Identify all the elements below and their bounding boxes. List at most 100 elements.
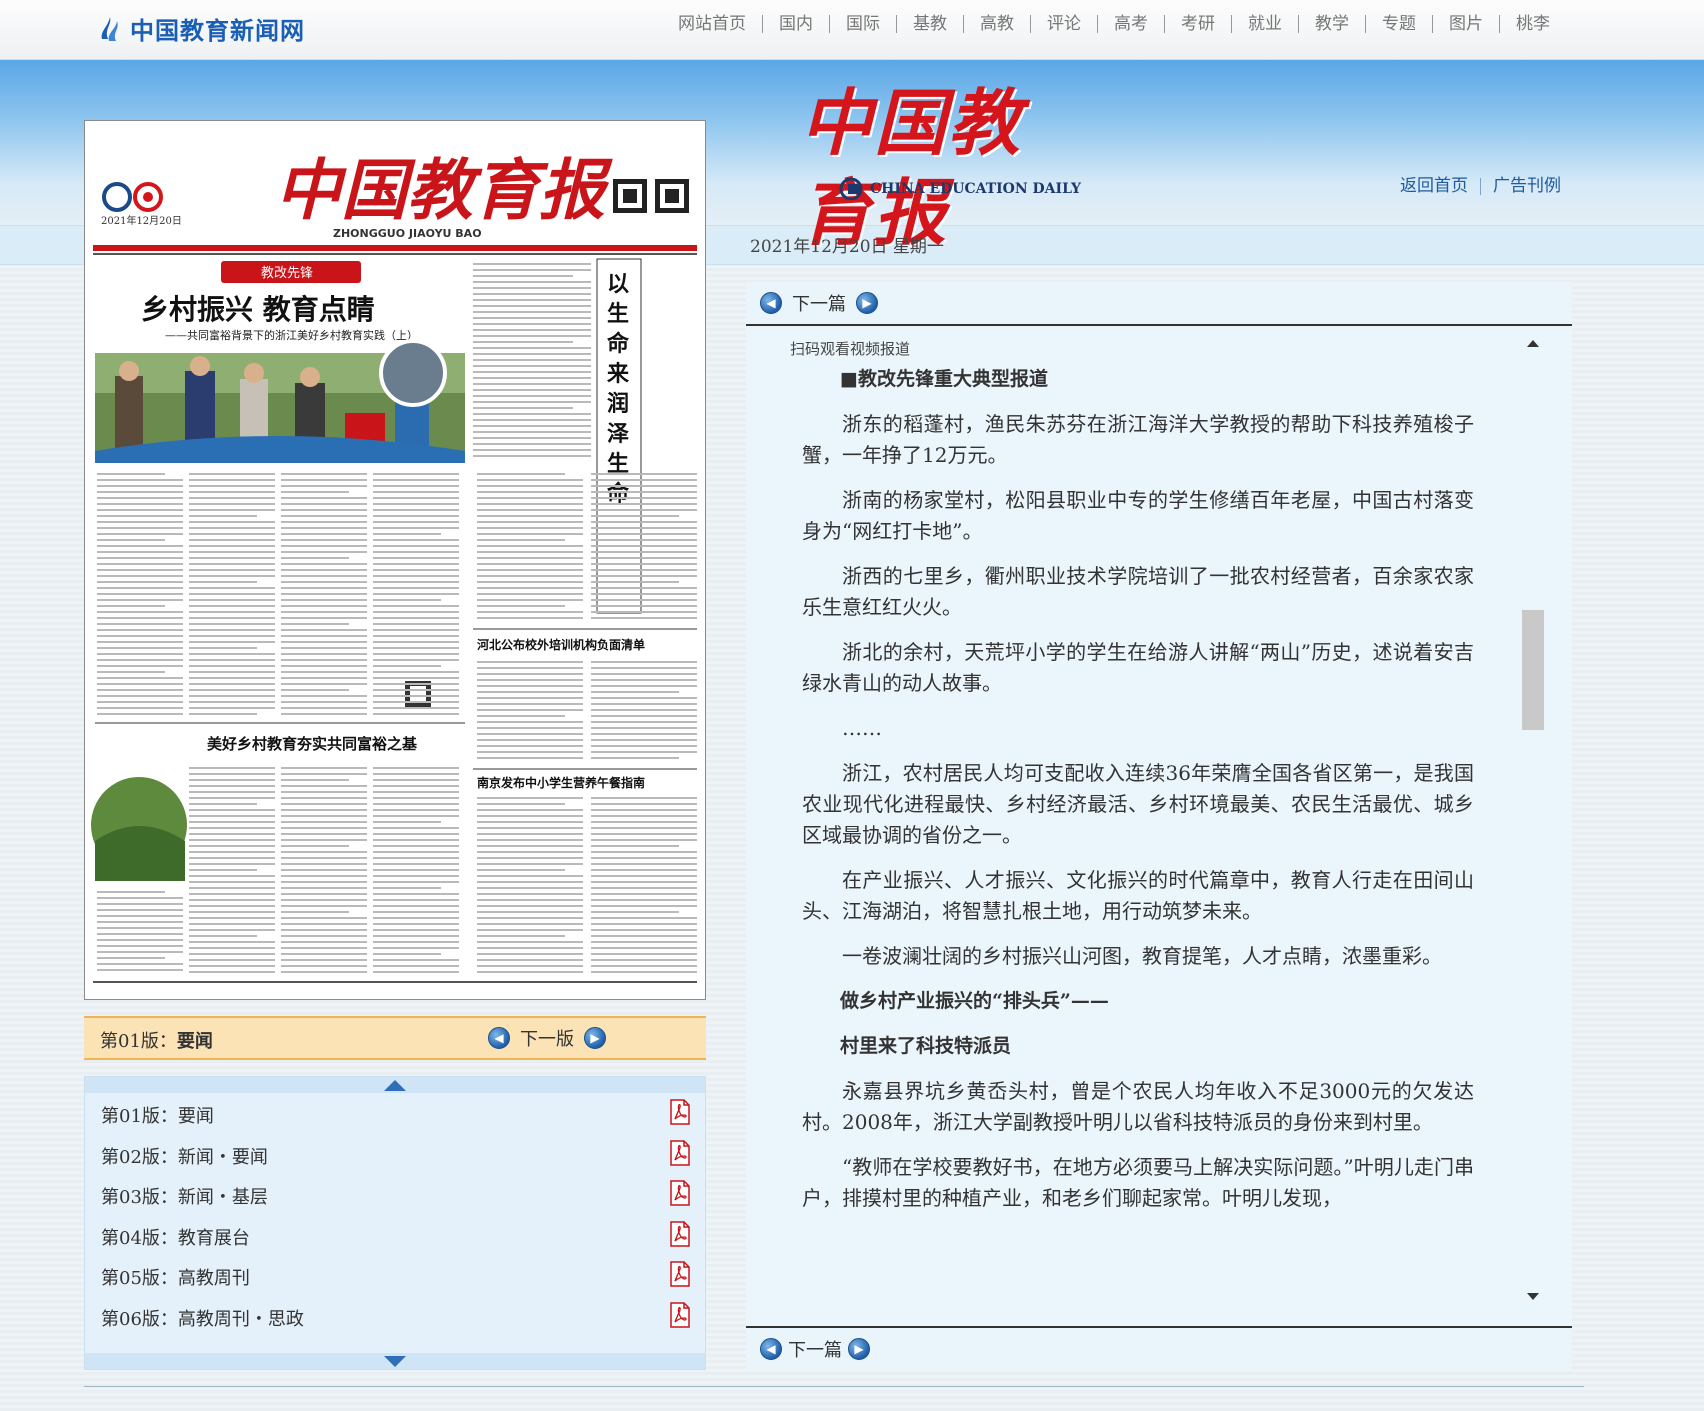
current-edition-prefix: 第01版： — [100, 1031, 177, 1052]
prev-edition-arrow-icon[interactable]: ◀ — [488, 1027, 510, 1049]
article-paragraph: 永嘉县界坑乡黄岙头村，曾是个农民人均年收入不足3000元的欠发达村。2008年，… — [802, 1079, 1474, 1134]
newspaper-page-image[interactable]: 2021年12月20日 中国教育报 ZHONGGUO JIAOYU BAO 教改… — [84, 120, 706, 1000]
paper-right-title-2: 南京发布中小学生营养午餐指南 — [477, 775, 645, 790]
site-logo-text: 中国教育新闻网 — [130, 15, 305, 45]
article-scrollbar[interactable] — [1522, 340, 1544, 1300]
header-links: 返回首页 广告刊例 — [1388, 178, 1573, 195]
paper-mid-title: 美好乡村教育夯实共同富裕之基 — [207, 735, 418, 753]
paper-pinyin: ZHONGGUO JIAOYU BAO — [333, 227, 482, 240]
paper-qr-icon — [613, 179, 689, 213]
paper-date: 2021年12月20日 — [101, 214, 182, 227]
article-paragraph: 浙西的七里乡，衢州职业技术学院培训了一批农村经营者，百余家农家乐生意红红火火。 — [802, 564, 1474, 619]
edition-nav: ◀ 下一版 ▶ — [488, 1025, 606, 1051]
masthead: 中国教育报 CHINA EDUCATION DAILY — [800, 78, 1090, 255]
paper-tea-photo — [91, 777, 187, 881]
masthead-english-text: CHINA EDUCATION DAILY — [870, 181, 1082, 197]
article-body: ■教改先锋重大典型报道浙东的稻蓬村，渔民朱苏芬在浙江海洋大学教授的帮助下科技养殖… — [802, 364, 1474, 1228]
next-article-arrow-icon-bottom[interactable]: ▶ — [848, 1338, 870, 1360]
next-article-link-bottom[interactable]: 下一篇 — [788, 1336, 842, 1362]
prev-article-arrow-icon[interactable]: ◀ — [760, 292, 782, 314]
edition-item[interactable]: 第02版：新闻・要闻 — [85, 1134, 705, 1175]
edition-item-label: 第05版：高教周刊 — [101, 1268, 250, 1289]
article-panel[interactable]: 扫码观看视频报道 ■教改先锋重大典型报道浙东的稻蓬村，渔民朱苏芬在浙江海洋大学教… — [746, 328, 1572, 1326]
back-home-link[interactable]: 返回首页 — [1388, 178, 1480, 195]
paper-subhead: ——共同富裕背景下的浙江美好乡村教育实践（上） — [165, 328, 418, 342]
article-paragraph: 浙北的余村，天荒坪小学的学生在给游人讲解“两山”历史，述说着安吉绿水青山的动人故… — [802, 640, 1474, 695]
top-nav-item[interactable]: 教学 — [1298, 15, 1365, 33]
top-nav-item[interactable]: 网站首页 — [662, 15, 762, 33]
top-nav-item[interactable]: 就业 — [1231, 15, 1298, 33]
top-nav-item[interactable]: 专题 — [1365, 15, 1432, 33]
top-nav-item[interactable]: 高教 — [963, 15, 1030, 33]
pdf-icon[interactable] — [669, 1180, 691, 1206]
edition-list: 第01版：要闻第02版：新闻・要闻 第03版：新闻・基层 第04版：教育展台 第05版… — [84, 1076, 706, 1370]
scroll-up-arrow-icon[interactable] — [1527, 340, 1539, 347]
masthead-title: 中国教育报 — [800, 80, 1023, 255]
edition-item-label: 第04版：教育展台 — [101, 1227, 250, 1249]
article-subheading: ■教改先锋重大典型报道 — [840, 368, 1048, 390]
video-note: 扫码观看视频报道 — [790, 340, 911, 358]
triangle-down-icon — [384, 1355, 406, 1367]
edition-list-scroll-down[interactable] — [85, 1353, 705, 1369]
edition-item-label: 第06版：高教周刊・思政 — [101, 1308, 304, 1330]
footer-divider — [84, 1386, 1584, 1387]
top-nav-item[interactable]: 评论 — [1030, 15, 1097, 33]
paper-right-title-1: 河北公布校外培训机构负面清单 — [476, 637, 645, 652]
edition-item[interactable]: 第01版：要闻 — [85, 1093, 705, 1134]
top-nav-item[interactable]: 国际 — [829, 15, 896, 33]
next-article-arrow-icon[interactable]: ▶ — [856, 292, 878, 314]
triangle-up-icon — [384, 1079, 406, 1091]
top-nav-item[interactable]: 国内 — [762, 15, 829, 33]
article-subheading: 村里来了科技特派员 — [840, 1035, 1012, 1057]
edition-item[interactable]: 第04版：教育展台 — [85, 1215, 705, 1256]
top-nav-item[interactable]: 考研 — [1164, 15, 1231, 33]
emblem-icon — [839, 178, 863, 200]
prev-article-arrow-icon-bottom[interactable]: ◀ — [760, 1338, 782, 1360]
edition-item[interactable]: 第05版：高教周刊 — [85, 1255, 705, 1296]
pdf-icon[interactable] — [669, 1301, 691, 1328]
paper-headline: 乡村振兴 教育点睛 — [141, 293, 375, 326]
ad-rates-link[interactable]: 广告刊例 — [1480, 178, 1573, 195]
issue-date: 2021年12月20日 星期一 — [750, 237, 944, 257]
scroll-down-arrow-icon[interactable] — [1527, 1293, 1539, 1300]
article-bottom-nav: ◀ 下一篇 ▶ — [746, 1326, 1572, 1370]
article-paragraph: 在产业振兴、人才振兴、文化振兴的时代篇章中，教育人行走在田间山头、江海湖泊，将智… — [802, 868, 1474, 923]
newspaper-page-svg: 2021年12月20日 中国教育报 ZHONGGUO JIAOYU BAO 教改… — [91, 151, 697, 983]
edition-item-label: 第01版：要闻 — [101, 1106, 214, 1127]
next-edition-link[interactable]: 下一版 — [520, 1025, 574, 1051]
paper-side-title: 以生命来润泽生命 — [596, 258, 642, 614]
edition-item-label: 第03版：新闻・基层 — [101, 1187, 268, 1208]
paper-masthead: 中国教育报 — [275, 151, 613, 229]
pdf-icon[interactable] — [669, 1139, 691, 1166]
edition-list-scroll-up[interactable] — [85, 1077, 705, 1093]
pdf-icon[interactable] — [669, 1220, 691, 1247]
edition-item[interactable]: 第06版：高教周刊・思政 — [85, 1296, 705, 1337]
masthead-english: CHINA EDUCATION DAILY — [838, 178, 1081, 200]
edition-item-label: 第02版：新闻・要闻 — [101, 1146, 268, 1168]
top-nav-bar: 中国教育新闻网 网站首页 国内 国际 基教 高教 评论 高考 考研 就业 教学 专题 图片 桃李 — [0, 0, 1704, 60]
top-nav-item[interactable]: 图片 — [1432, 15, 1499, 33]
top-nav-item[interactable]: 桃李 — [1499, 15, 1566, 33]
paper-photo — [95, 339, 465, 463]
article-paragraph: “教师在学校要教好书，在地方必须要马上解决实际问题。”叶明儿走门串户，排摸村里的… — [802, 1155, 1474, 1210]
article-paragraph: 浙江，农村居民人均可支配收入连续36年荣膺全国各省区第一，是我国农业现代化进程最… — [802, 761, 1474, 847]
current-edition-bar: 第01版：要闻 ◀ 下一版 ▶ — [84, 1016, 706, 1060]
article-paragraph: …… — [842, 716, 882, 740]
article-top-nav: ◀ 下一篇 ▶ — [746, 282, 1572, 326]
next-article-link-top[interactable]: 下一篇 — [792, 290, 846, 316]
paper-emblem-icon — [102, 182, 163, 212]
article-subheading: 做乡村产业振兴的“排头兵”—— — [840, 990, 1109, 1012]
top-nav-item[interactable]: 高考 — [1097, 15, 1164, 33]
current-edition-name: 要闻 — [176, 1031, 213, 1052]
edition-item-partial[interactable] — [85, 1336, 705, 1353]
pdf-icon[interactable] — [669, 1099, 691, 1125]
edition-item[interactable]: 第03版：新闻・基层 — [85, 1174, 705, 1215]
article-paragraph: 浙东的稻蓬村，渔民朱苏芬在浙江海洋大学教授的帮助下科技养殖梭子蟹，一年挣了12万… — [802, 412, 1474, 467]
scrollbar-thumb[interactable] — [1522, 610, 1544, 730]
edition-rows: 第01版：要闻第02版：新闻・要闻 第03版：新闻・基层 第04版：教育展台 第05版… — [85, 1093, 705, 1353]
next-edition-arrow-icon[interactable]: ▶ — [584, 1027, 606, 1049]
pdf-icon[interactable] — [669, 1261, 691, 1287]
site-logo[interactable]: 中国教育新闻网 — [98, 10, 305, 46]
top-nav-item[interactable]: 基教 — [896, 15, 963, 33]
flame-logo-icon — [101, 17, 118, 41]
